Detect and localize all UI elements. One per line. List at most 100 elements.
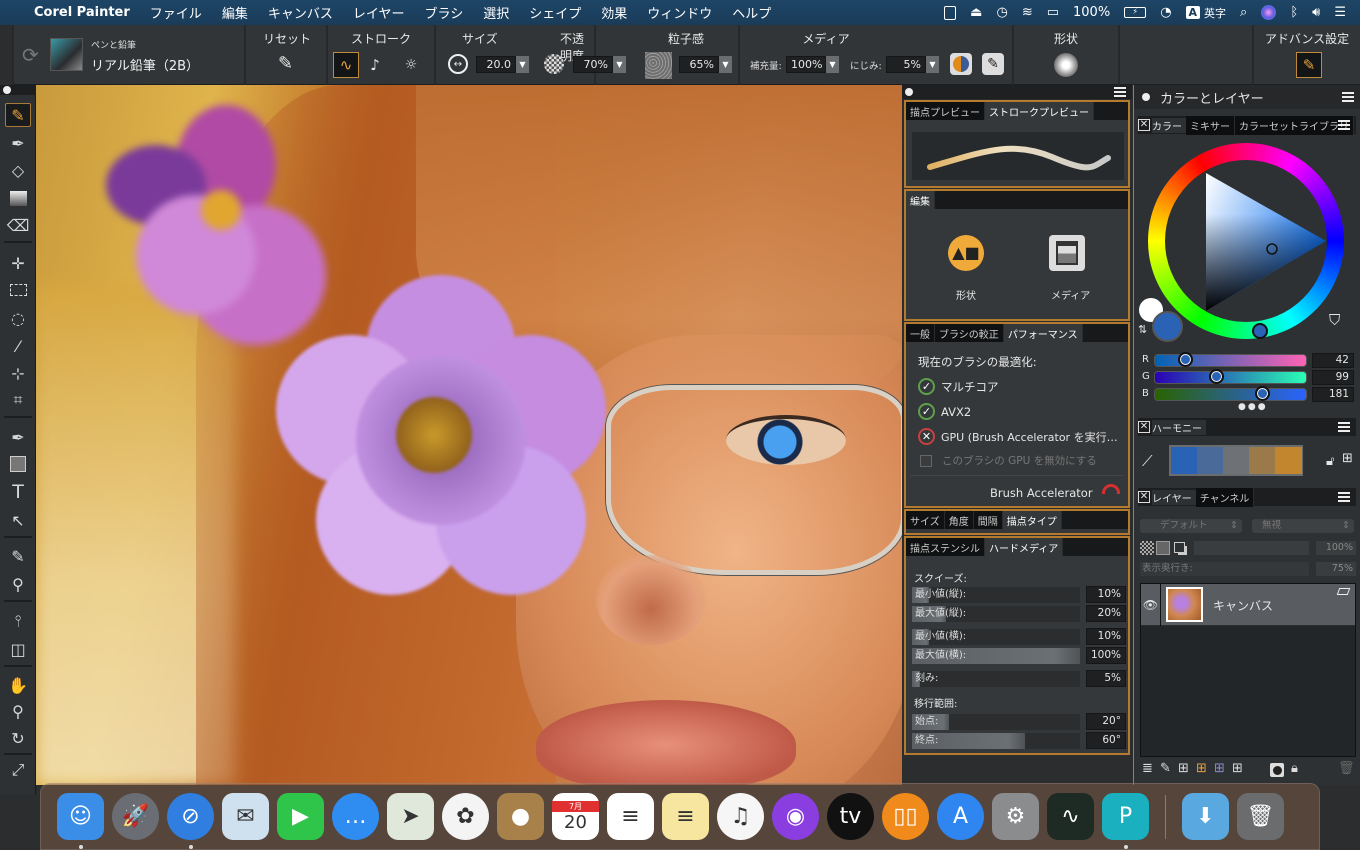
slider-value-field[interactable]: 20° <box>1086 713 1126 730</box>
depth-value[interactable]: 75% <box>1316 562 1356 576</box>
tab-layers[interactable]: レイヤー <box>1152 489 1196 505</box>
text-tool[interactable]: T <box>5 480 31 504</box>
b-value[interactable]: 181 <box>1312 387 1354 402</box>
panel-close-icon[interactable] <box>905 88 913 96</box>
slider-value-field[interactable]: 20% <box>1086 605 1126 622</box>
rectangular-selection-tool[interactable] <box>5 278 31 302</box>
bleed-field[interactable]: 5% <box>886 56 926 73</box>
opacity-dropdown[interactable]: ▼ <box>613 56 626 73</box>
slider-value-field[interactable]: 60° <box>1086 732 1126 749</box>
r-slider[interactable] <box>1154 352 1307 367</box>
clone-source-tool[interactable]: ⚲ <box>5 572 31 596</box>
dock-mail-icon[interactable]: ✉ <box>222 793 269 840</box>
tablet-icon[interactable] <box>944 5 957 20</box>
paint-bucket-tool[interactable]: ◇ <box>5 158 31 182</box>
tab-dab-type[interactable]: 描点タイプ <box>1002 511 1062 529</box>
slider-value-field[interactable]: 5% <box>1086 670 1126 687</box>
depth-slider[interactable]: 表示奥行き: <box>1140 562 1309 576</box>
layer-mask-icon[interactable] <box>1174 542 1185 553</box>
stroke-attributes-icon[interactable]: ☼ <box>398 52 424 78</box>
layers-menu-icon[interactable] <box>1338 492 1350 502</box>
dock-contacts-icon[interactable]: ● <box>497 793 544 840</box>
layer-opacity-slider[interactable] <box>1194 541 1309 555</box>
disable-gpu-checkbox[interactable] <box>920 454 932 467</box>
perspective-guide-tool[interactable]: ◫ <box>5 637 31 661</box>
spotlight-icon[interactable]: ⌕ <box>1240 5 1247 20</box>
tab-stroke-preview[interactable]: ストロークプレビュー <box>985 102 1094 120</box>
resaturation-field[interactable]: 100% <box>786 56 826 73</box>
media-slider-row[interactable]: 最大値(横): <box>912 648 1080 664</box>
menu-help[interactable]: ヘルプ <box>722 3 781 22</box>
composite-method-select[interactable]: デフォルト ⇕ <box>1140 519 1242 533</box>
menu-window[interactable]: ウィンドウ <box>637 3 722 22</box>
siri-icon[interactable] <box>1261 5 1277 20</box>
g-slider[interactable] <box>1154 369 1307 384</box>
tab-mixer[interactable]: ミキサー <box>1186 115 1235 135</box>
layer-row[interactable]: 👁︎ キャンバス <box>1141 584 1355 626</box>
menu-shapes[interactable]: シェイプ <box>519 3 591 22</box>
add-harmony-icon[interactable]: ⊞ <box>1342 451 1353 466</box>
dock-apple-tv-icon[interactable]: tv <box>827 793 874 840</box>
menu-layers[interactable]: レイヤー <box>343 3 415 22</box>
size-field[interactable]: 20.0 <box>476 56 516 73</box>
g-value[interactable]: 99 <box>1312 370 1354 385</box>
slider-value-field[interactable]: 100% <box>1086 647 1126 664</box>
straight-line-stroke-icon[interactable]: ♪ <box>363 52 387 78</box>
layer-attributes-icon[interactable]: ≣ <box>1142 761 1153 776</box>
media-edit-button[interactable] <box>1049 235 1085 271</box>
new-thick-paint-layer-icon[interactable]: ⊞ <box>1232 761 1243 776</box>
toolbar-grip[interactable] <box>0 25 14 85</box>
harmony-swatch[interactable] <box>1171 447 1198 474</box>
tab-brush-calibration[interactable]: ブラシの較正 <box>935 324 1004 342</box>
lock-layer-icon[interactable]: 🔒︎ <box>1291 761 1298 776</box>
bleed-dropdown[interactable]: ▼ <box>926 56 939 73</box>
tab-color[interactable]: カラー <box>1152 117 1186 133</box>
tab-dab-preview[interactable]: 描点プレビュー <box>906 102 985 120</box>
restore-brush-icon[interactable]: ⟳ <box>22 43 39 67</box>
harmony-swatch[interactable] <box>1223 447 1250 474</box>
grain-dropdown[interactable]: ▼ <box>719 56 732 73</box>
transform-tool[interactable]: ✛ <box>5 251 31 275</box>
dock-activity-monitor-icon[interactable]: ∿ <box>1047 793 1094 840</box>
panel-menu-icon[interactable] <box>1114 87 1126 97</box>
tab-dab-stencil[interactable]: 描点ステンシル <box>906 538 985 556</box>
layer-visibility-eye-icon[interactable]: 👁︎ <box>1141 584 1161 626</box>
dock-notes-icon[interactable]: ≡ <box>662 793 709 840</box>
harmony-menu-icon[interactable] <box>1338 422 1350 432</box>
dock-finder-icon[interactable]: ☺ <box>57 793 104 849</box>
dock-music-icon[interactable]: ♫ <box>717 793 764 840</box>
rectangle-shape-tool[interactable] <box>5 452 31 476</box>
pen-tool[interactable]: ✒ <box>5 425 31 449</box>
menu-canvas[interactable]: キャンバス <box>258 3 343 22</box>
more-options-icon[interactable]: ●●● <box>1238 402 1268 412</box>
r-value[interactable]: 42 <box>1312 353 1354 368</box>
dock-app-store-icon[interactable]: A <box>937 793 984 840</box>
paper-texture-swatch[interactable] <box>645 52 672 79</box>
opacity-icon[interactable] <box>544 54 564 74</box>
media-slider-row[interactable]: 最小値(横): <box>912 629 1080 645</box>
rotate-page-tool[interactable]: ↻ <box>5 726 31 750</box>
media-slider-row[interactable]: 最大値(縦): <box>912 606 1080 622</box>
main-color-swatch[interactable] <box>1152 311 1183 342</box>
input-source-icon[interactable]: A <box>1185 6 1201 19</box>
harmony-swatch[interactable] <box>1275 447 1302 474</box>
painting-canvas[interactable] <box>36 85 902 785</box>
dab-shape-icon[interactable] <box>1054 53 1078 77</box>
brush-thumbnail[interactable] <box>50 38 83 71</box>
clock-icon[interactable]: ◔ <box>1160 5 1171 20</box>
tab-performance[interactable]: パフォーマンス <box>1003 324 1083 342</box>
brush-tool[interactable]: ✎ <box>5 103 31 127</box>
menu-brushes[interactable]: ブラシ <box>414 3 473 22</box>
slider-value-field[interactable]: 10% <box>1086 586 1126 603</box>
cloner-tool[interactable]: ✎ <box>5 544 31 568</box>
dock-system-preferences-icon[interactable]: ⚙ <box>992 793 1039 840</box>
wifi-icon[interactable]: ≋ <box>1022 5 1033 20</box>
dock-podcasts-icon[interactable]: ◉ <box>772 793 819 840</box>
composite-depth-select[interactable]: 無視 ⇕ <box>1252 519 1354 533</box>
menu-effects[interactable]: 効果 <box>591 3 637 22</box>
menu-edit[interactable]: 編集 <box>212 3 258 22</box>
dropper-tool[interactable]: ✒ <box>5 131 31 155</box>
clone-color-icon[interactable]: ⛉ <box>1329 311 1340 329</box>
tab-channels[interactable]: チャンネル <box>1195 487 1255 507</box>
swap-colors-icon[interactable]: ⇅ <box>1138 323 1147 336</box>
